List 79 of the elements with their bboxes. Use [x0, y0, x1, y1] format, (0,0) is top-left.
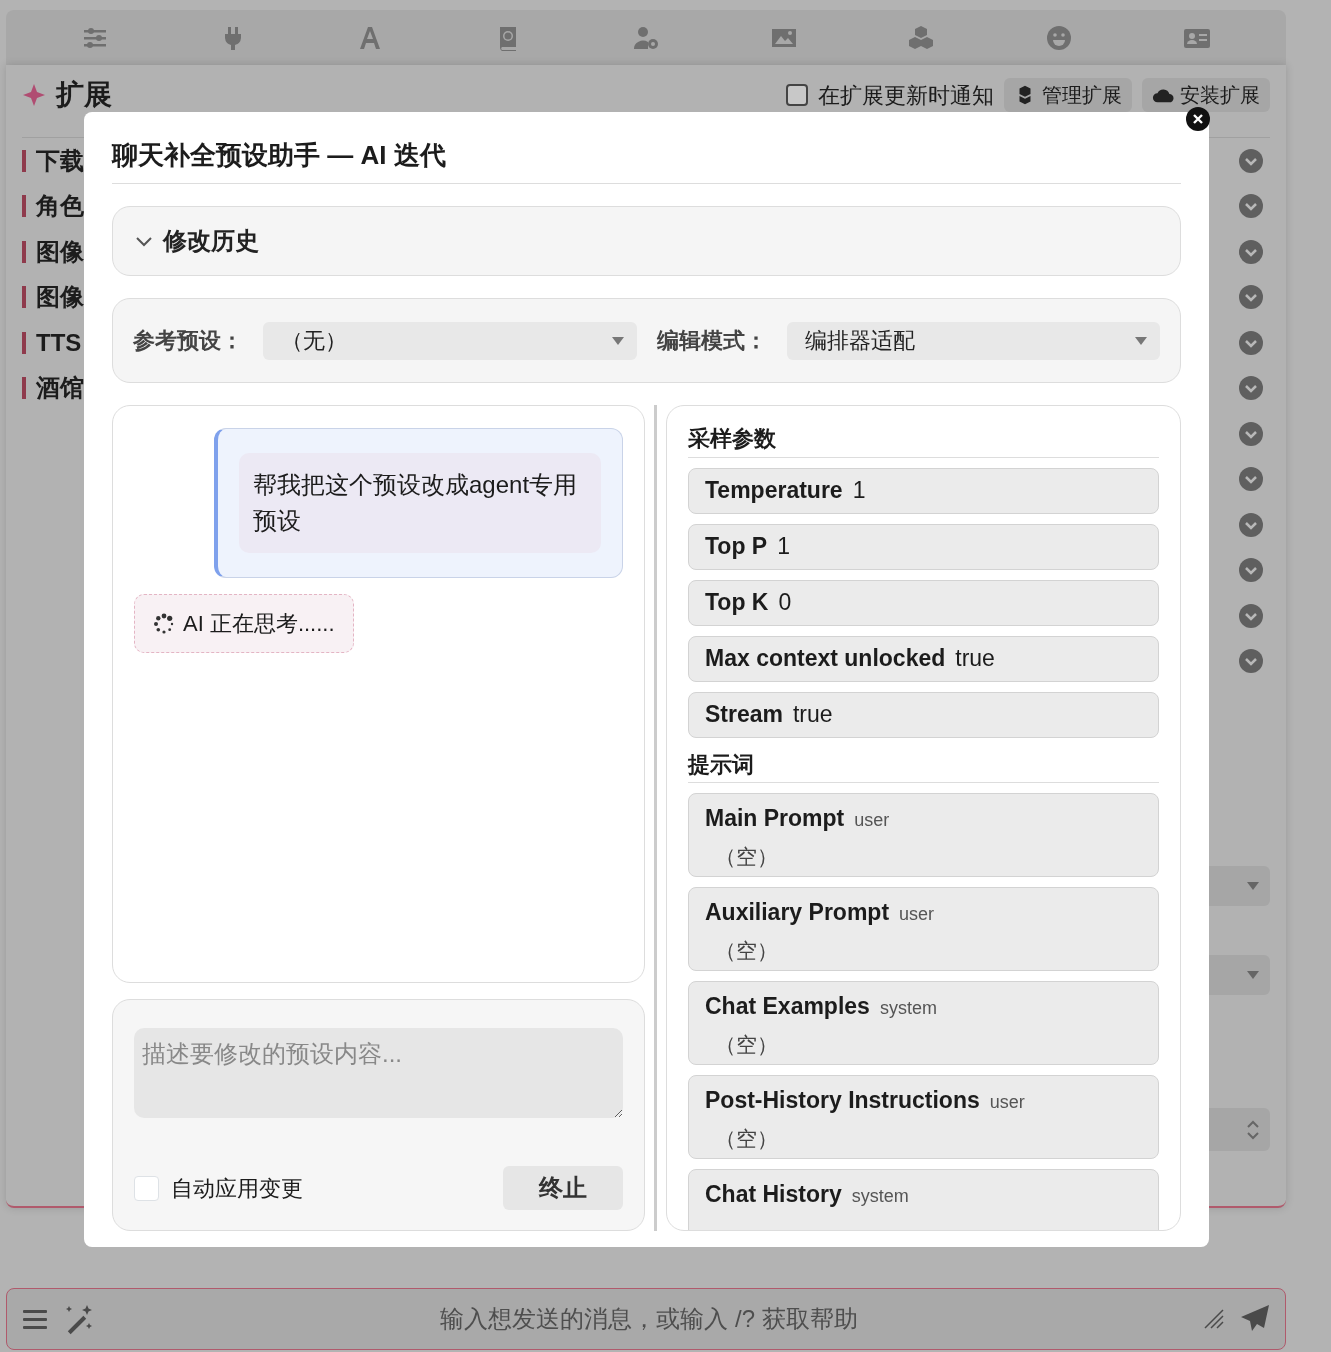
spinner-icon — [1246, 1118, 1260, 1141]
prompt-card[interactable]: Chat Examples system （空） — [688, 980, 1159, 1065]
section-title: 采样参数 — [688, 426, 1159, 458]
prompt-name: Chat Examples — [705, 991, 870, 1021]
history-accordion[interactable]: 修改历史 — [112, 206, 1181, 277]
parameter-row[interactable]: Stream true — [688, 691, 1159, 738]
chevron-down-icon[interactable] — [1238, 147, 1264, 174]
mode-select[interactable]: 编排器适配 — [786, 321, 1160, 360]
checkbox-label: 自动应用变更 — [171, 1174, 303, 1203]
chevron-down-icon[interactable] — [1238, 238, 1264, 265]
checkbox[interactable] — [786, 84, 808, 106]
marker-bar — [22, 240, 26, 263]
marker-bar — [22, 377, 26, 400]
parameter-row[interactable]: Top P 1 — [688, 523, 1159, 570]
chevron-down-icon[interactable] — [1238, 648, 1264, 675]
panel-title: 扩展 — [56, 78, 112, 112]
caret-icon — [1246, 970, 1260, 980]
prompt-card[interactable]: Chat History system — [688, 1168, 1159, 1230]
role-label: user — [989, 1090, 1025, 1114]
marker-bar — [22, 195, 26, 218]
chevron-down-icon[interactable] — [1238, 466, 1264, 493]
caret-icon — [610, 335, 625, 346]
marker-bar — [22, 149, 26, 172]
chevron-down-icon[interactable] — [1238, 375, 1264, 402]
extension-name: 酒馆 — [36, 373, 84, 404]
section-title: 提示词 — [688, 751, 1159, 783]
prompt-card[interactable]: Post-History Instructions user （空） — [688, 1074, 1159, 1159]
extension-name: TTS — [36, 327, 82, 358]
marker-bar — [22, 331, 26, 354]
smiley-icon[interactable] — [1045, 23, 1074, 52]
prompt-name: Main Prompt — [705, 803, 845, 833]
chevron-down-icon[interactable] — [1238, 329, 1264, 356]
thinking-status: AI 正在思考...... — [134, 594, 354, 654]
extension-name: 下载 — [36, 145, 84, 176]
parameter-row[interactable]: Temperature 1 — [688, 467, 1159, 514]
panel-button[interactable]: 管理扩展 — [1004, 78, 1132, 112]
close-button[interactable] — [1186, 107, 1210, 131]
prompt-content: （空） — [714, 1126, 779, 1153]
extension-name: 图像 — [36, 236, 84, 267]
chevron-down-icon[interactable] — [1238, 420, 1264, 447]
prompt-content: （空） — [714, 1032, 779, 1059]
reference-select[interactable]: （无） — [263, 321, 637, 360]
sparkle-icon — [22, 83, 46, 107]
caret-icon — [1134, 335, 1148, 346]
role-label: system — [879, 996, 937, 1020]
role-label: system — [851, 1184, 909, 1208]
chevron-down-icon[interactable] — [1238, 284, 1264, 311]
role-label: user — [854, 808, 890, 832]
role-label: user — [899, 902, 935, 926]
parameter-row[interactable]: Top K 0 — [688, 579, 1159, 626]
prompt-content: （空） — [714, 938, 779, 965]
field-label: 编辑模式： — [656, 327, 767, 356]
chevron-down-icon[interactable] — [1238, 193, 1264, 220]
panel-button[interactable]: 安装扩展 — [1142, 78, 1270, 112]
message-bar[interactable]: 输入想发送的消息，或输入 /? 获取帮助 — [6, 1288, 1286, 1350]
prompt-name: Post-History Instructions — [705, 1085, 980, 1115]
prompt-input[interactable]: 描述要修改的预设内容... — [134, 1028, 623, 1118]
dialog-title: 聊天补全预设助手 — AI 迭代 — [112, 140, 1181, 185]
chevron-down-icon[interactable] — [1238, 602, 1264, 629]
prompt-content: （空） — [714, 844, 779, 871]
marker-bar — [22, 286, 26, 309]
chevron-down-icon[interactable] — [1238, 557, 1264, 584]
parameter-row[interactable]: Max context unlocked true — [688, 635, 1159, 682]
extension-name: 图像 — [36, 282, 84, 313]
close-icon — [1193, 114, 1203, 124]
prompt-name: Auxiliary Prompt — [705, 897, 890, 927]
extension-name: 角色 — [36, 191, 84, 222]
checkbox-label: 在扩展更新时通知 — [818, 81, 994, 110]
field-label: 参考预设： — [133, 327, 243, 356]
chevron-down-icon[interactable] — [1238, 511, 1264, 538]
stop-button[interactable]: 终止 — [503, 1166, 623, 1210]
message-input[interactable]: 输入想发送的消息，或输入 /? 获取帮助 — [109, 1300, 1189, 1338]
prompt-card[interactable]: Main Prompt user （空） — [688, 792, 1159, 877]
prompt-name: Chat History — [705, 1179, 842, 1209]
spinner-icon — [153, 612, 175, 635]
resize-grip-icon — [1203, 1308, 1225, 1330]
caret-icon — [1246, 881, 1260, 891]
message-text: 帮我把这个预设改成agent专用预设 — [239, 453, 601, 554]
prompt-card[interactable]: Auxiliary Prompt user （空） — [688, 886, 1159, 971]
